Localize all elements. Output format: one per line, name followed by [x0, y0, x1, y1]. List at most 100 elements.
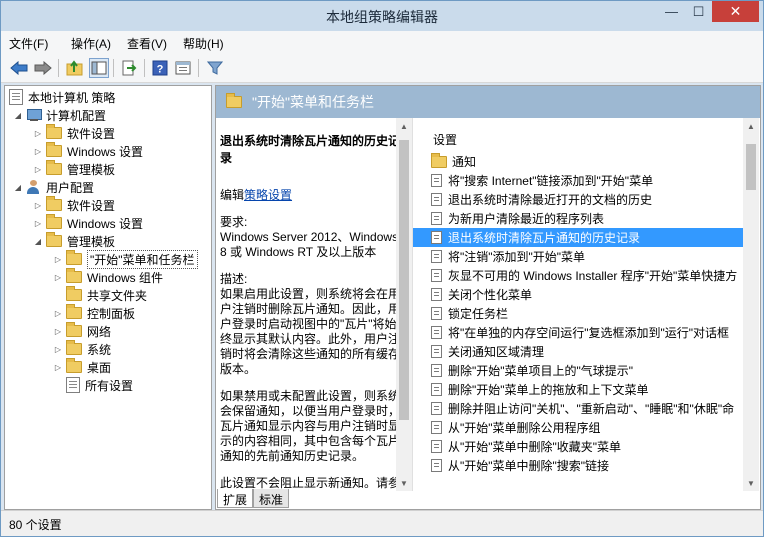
tree-node-system[interactable]: ▷ 系统: [53, 340, 111, 358]
tree-node-user-config[interactable]: ◢ 用户配置: [13, 178, 94, 196]
tree-node-admin-templates[interactable]: ◢ 管理模板: [33, 232, 115, 250]
forward-arrow-icon[interactable]: [33, 58, 53, 78]
setting-row[interactable]: 退出系统时清除最近打开的文档的历史: [413, 190, 743, 209]
menu-action[interactable]: 操作(A): [71, 35, 111, 52]
setting-label: 删除"开始"菜单项目上的"气球提示": [448, 364, 634, 378]
setting-label: 灰显不可用的 Windows Installer 程序"开始"菜单快捷方: [448, 269, 738, 283]
scroll-down-arrow-icon[interactable]: ▼: [743, 475, 759, 491]
maximize-button[interactable]: ☐: [685, 1, 712, 22]
help-icon[interactable]: ?: [150, 58, 170, 78]
expanded-arrow-icon[interactable]: ◢: [13, 183, 23, 192]
folder-icon: [66, 358, 82, 373]
collapsed-arrow-icon[interactable]: ▷: [33, 147, 43, 156]
setting-row[interactable]: 关闭个性化菜单: [413, 285, 743, 304]
policy-setting-icon: [431, 440, 442, 453]
minimize-button[interactable]: —: [658, 1, 685, 22]
settings-column-header[interactable]: 设置: [413, 118, 743, 152]
setting-row[interactable]: 关闭通知区域清理: [413, 342, 743, 361]
setting-row[interactable]: 锁定任务栏: [413, 304, 743, 323]
back-arrow-icon[interactable]: [9, 58, 29, 78]
svg-text:?: ?: [157, 64, 164, 76]
tab-extended[interactable]: 扩展: [217, 489, 254, 508]
filter-icon[interactable]: [205, 58, 225, 78]
tree-node-software-settings[interactable]: ▷ 软件设置: [33, 196, 115, 214]
scroll-thumb[interactable]: [746, 144, 756, 190]
expanded-arrow-icon[interactable]: ◢: [13, 111, 23, 120]
setting-row[interactable]: 将"注销"添加到"开始"菜单: [413, 247, 743, 266]
window: 本地组策略编辑器 — ☐ ✕ 文件(F) 操作(A) 查看(V) 帮助(H) ?: [0, 0, 764, 537]
collapsed-arrow-icon[interactable]: ▷: [33, 129, 43, 138]
collapsed-arrow-icon[interactable]: ▷: [53, 327, 63, 336]
edit-policy-link[interactable]: 策略设置: [244, 188, 292, 202]
tree-node-label: 用户配置: [46, 180, 95, 195]
tree-node-software-settings[interactable]: ▷ 软件设置: [33, 124, 115, 142]
setting-label: 为新用户清除最近的程序列表: [448, 212, 605, 226]
tree-node-label: 桌面: [87, 360, 112, 375]
setting-label: 从"开始"菜单中删除"搜索"链接: [448, 459, 610, 473]
collapsed-arrow-icon[interactable]: ▷: [53, 273, 63, 282]
tree-node-start-menu-taskbar[interactable]: ▷ "开始"菜单和任务栏: [53, 249, 198, 269]
tree-node-desktop[interactable]: ▷ 桌面: [53, 358, 111, 376]
disabled-text: 如果禁用或未配置此设置，则系统会保留通知，以便当用户登录时，瓦片通知显示内容与用…: [220, 389, 401, 463]
up-folder-icon[interactable]: [65, 58, 85, 78]
setting-row[interactable]: 从"开始"菜单中删除"收藏夹"菜单: [413, 437, 743, 456]
scroll-up-arrow-icon[interactable]: ▲: [396, 118, 412, 134]
tree-node-label: 网络: [87, 324, 112, 339]
setting-label: 将"搜索 Internet"链接添加到"开始"菜单: [448, 174, 654, 188]
expanded-arrow-icon[interactable]: ◢: [33, 237, 43, 246]
tree-node-admin-templates[interactable]: ▷ 管理模板: [33, 160, 115, 178]
collapsed-arrow-icon[interactable]: ▷: [53, 309, 63, 318]
setting-row[interactable]: 为新用户清除最近的程序列表: [413, 209, 743, 228]
tree-node-label: 计算机配置: [46, 108, 107, 123]
tree-node-windows-settings[interactable]: ▷ Windows 设置: [33, 214, 143, 232]
tab-standard[interactable]: 标准: [253, 489, 290, 508]
menu-view[interactable]: 查看(V): [127, 35, 167, 52]
collapsed-arrow-icon[interactable]: ▷: [33, 201, 43, 210]
tree-node-windows-settings[interactable]: ▷ Windows 设置: [33, 142, 143, 160]
policy-setting-icon: [431, 269, 442, 282]
folder-icon: [46, 142, 62, 157]
collapsed-arrow-icon[interactable]: ▷: [33, 165, 43, 174]
tree-node-root[interactable]: 本地计算机 策略: [9, 88, 115, 106]
setting-row[interactable]: 灰显不可用的 Windows Installer 程序"开始"菜单快捷方: [413, 266, 743, 285]
menu-help[interactable]: 帮助(H): [183, 35, 224, 52]
close-button[interactable]: ✕: [712, 1, 759, 22]
properties-icon[interactable]: [173, 58, 193, 78]
setting-row[interactable]: 删除并阻止访问"关机"、"重新启动"、"睡眠"和"休眠"命: [413, 399, 743, 418]
policy-setting-icon: [431, 402, 442, 415]
settings-scrollbar[interactable]: ▲ ▼: [743, 118, 759, 491]
setting-row[interactable]: 删除"开始"菜单上的拖放和上下文菜单: [413, 380, 743, 399]
tree-node-network[interactable]: ▷ 网络: [53, 322, 111, 340]
collapsed-arrow-icon[interactable]: ▷: [53, 345, 63, 354]
settings-list: 通知将"搜索 Internet"链接添加到"开始"菜单退出系统时清除最近打开的文…: [413, 152, 743, 491]
setting-row[interactable]: 将"搜索 Internet"链接添加到"开始"菜单: [413, 171, 743, 190]
export-list-icon[interactable]: [119, 58, 139, 78]
tree-node-windows-components[interactable]: ▷ Windows 组件: [53, 268, 163, 286]
tree-pane[interactable]: 本地计算机 策略 ◢ 计算机配置 ▷ 软件设置 ▷ Windows 设置 ▷ 管…: [4, 85, 212, 510]
tree-node-shared-folders[interactable]: 共享文件夹: [53, 286, 147, 304]
show-hide-tree-icon[interactable]: [89, 58, 109, 78]
settings-folder-row[interactable]: 通知: [413, 152, 743, 171]
setting-row[interactable]: 从"开始"菜单删除公用程序组: [413, 418, 743, 437]
tree-node-all-settings[interactable]: 所有设置: [53, 376, 133, 394]
description-title: 退出系统时清除瓦片通知的历史记录: [220, 134, 401, 165]
scroll-thumb[interactable]: [399, 140, 409, 420]
setting-row[interactable]: 退出系统时清除瓦片通知的历史记录: [413, 228, 743, 247]
details-header: "开始"菜单和任务栏: [216, 86, 760, 118]
scroll-up-arrow-icon[interactable]: ▲: [743, 118, 759, 134]
collapsed-arrow-icon[interactable]: ▷: [53, 255, 63, 264]
tree-node-control-panel[interactable]: ▷ 控制面板: [53, 304, 135, 322]
toolbar-separator: [198, 59, 199, 77]
setting-row[interactable]: 从"开始"菜单中删除"搜索"链接: [413, 456, 743, 475]
tree-node-computer-config[interactable]: ◢ 计算机配置: [13, 106, 106, 124]
description-scrollbar[interactable]: ▲ ▼: [396, 118, 412, 491]
setting-row[interactable]: 删除"开始"菜单项目上的"气球提示": [413, 361, 743, 380]
policy-setting-icon: [431, 307, 442, 320]
collapsed-arrow-icon[interactable]: ▷: [53, 363, 63, 372]
collapsed-arrow-icon[interactable]: ▷: [33, 219, 43, 228]
menu-file[interactable]: 文件(F): [9, 35, 48, 52]
setting-row[interactable]: 将"在单独的内存空间运行"复选框添加到"运行"对话框: [413, 323, 743, 342]
folder-icon: [66, 322, 82, 337]
setting-label: 将"注销"添加到"开始"菜单: [448, 250, 586, 264]
details-header-title: "开始"菜单和任务栏: [252, 94, 374, 110]
